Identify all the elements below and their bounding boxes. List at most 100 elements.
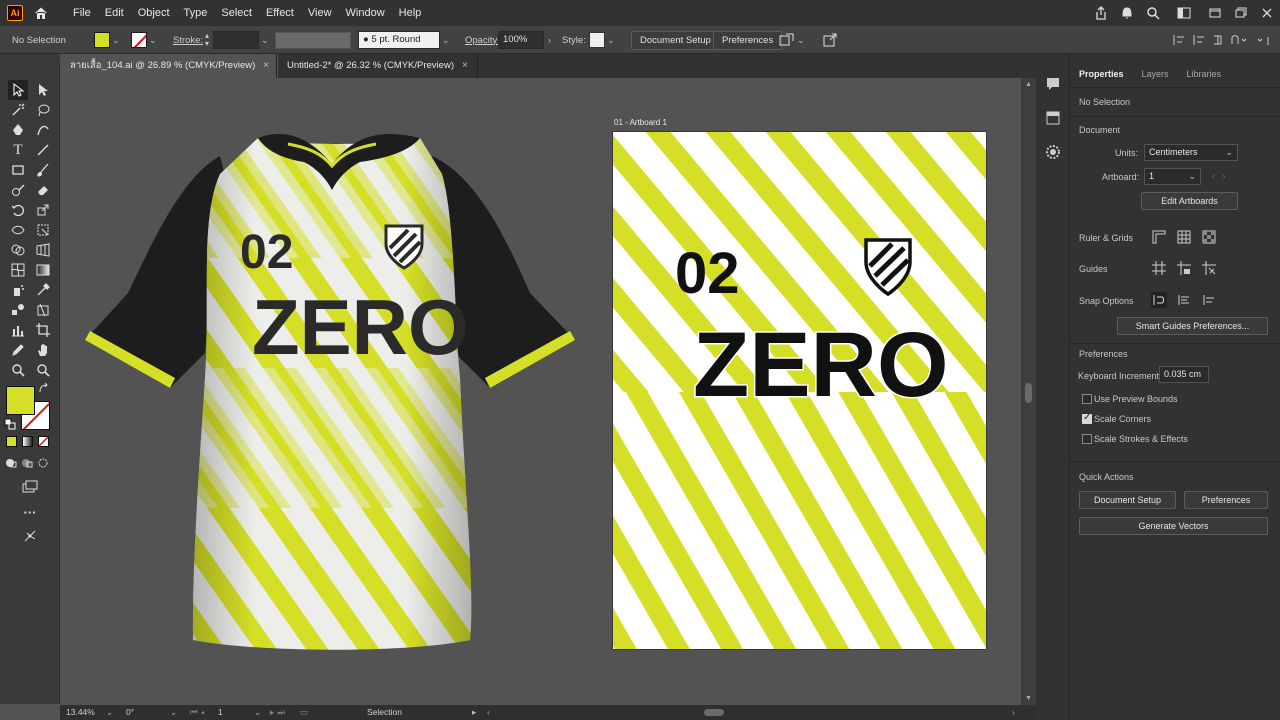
stroke-weight-field[interactable]	[213, 31, 260, 49]
qa-document-setup-button[interactable]: Document Setup	[1079, 491, 1176, 509]
direct-selection-tool-icon[interactable]	[33, 80, 53, 100]
menu-view[interactable]: View	[301, 0, 339, 26]
zoom-dropdown-icon[interactable]: ⌄	[106, 705, 113, 720]
opacity-field[interactable]: 100%	[498, 31, 544, 49]
toolbar-grip[interactable]	[0, 54, 60, 64]
tab-libraries[interactable]: Libraries	[1178, 64, 1231, 86]
curvature-tool-icon[interactable]	[33, 120, 53, 140]
units-select[interactable]: Centimeters ⌄	[1144, 144, 1238, 161]
lasso-tool-icon[interactable]	[33, 100, 53, 120]
draw-normal-icon[interactable]	[4, 456, 18, 470]
lock-guides-icon[interactable]	[1176, 260, 1192, 276]
qa-preferences-button[interactable]: Preferences	[1184, 491, 1268, 509]
free-transform-tool-icon[interactable]	[33, 220, 53, 240]
pencil-tool-icon[interactable]	[8, 340, 28, 360]
color-mode-icon[interactable]	[4, 434, 18, 448]
opacity-label[interactable]: Opacity:	[465, 26, 500, 54]
artboard-tool-icon[interactable]	[33, 320, 53, 340]
properties-panel-icon[interactable]	[1045, 110, 1061, 126]
pen-tool-icon[interactable]	[8, 120, 28, 140]
scale-tool-icon[interactable]	[33, 200, 53, 220]
comments-icon[interactable]	[1045, 76, 1061, 92]
snap-to-point-icon[interactable]	[1151, 292, 1167, 308]
status-menu-icon[interactable]: ▸	[472, 705, 476, 720]
scroll-up-icon[interactable]: ▲	[1025, 81, 1032, 88]
magic-wand-tool-icon[interactable]	[8, 100, 28, 120]
preferences-button[interactable]: Preferences	[713, 30, 783, 50]
stroke-weight-stepper[interactable]: ▴ ▾ ⌄	[205, 26, 269, 54]
artboard-prev-icons[interactable]: ⏮◂	[190, 705, 208, 720]
grid-icon[interactable]	[1176, 229, 1192, 245]
fill-control[interactable]: ⌄	[94, 26, 120, 54]
close-tab-icon[interactable]: ×	[263, 60, 269, 71]
menu-edit[interactable]: Edit	[98, 0, 131, 26]
tab-layers[interactable]: Layers	[1133, 64, 1178, 86]
mesh-tool-icon[interactable]	[8, 260, 28, 280]
document-setup-button[interactable]: Document Setup	[631, 30, 720, 50]
screen-mode-icon[interactable]	[20, 477, 40, 497]
illustrator-logo[interactable]: Ai	[7, 5, 23, 21]
arrange-documents-icon[interactable]: ⌄	[779, 26, 805, 54]
scale-strokes-checkbox[interactable]	[1082, 434, 1092, 444]
rotate-tool-icon[interactable]	[8, 200, 28, 220]
smart-guides-icon[interactable]	[1201, 260, 1217, 276]
swap-colors-icon[interactable]	[37, 382, 51, 396]
type-tool-icon[interactable]: T	[8, 140, 28, 160]
menu-type[interactable]: Type	[177, 0, 215, 26]
hscroll-left-icon[interactable]: ‹	[487, 705, 490, 720]
menu-effect[interactable]: Effect	[259, 0, 301, 26]
keyboard-increment-field[interactable]: 0.035 cm	[1159, 366, 1209, 383]
restore-icon[interactable]	[1228, 0, 1254, 26]
artboard[interactable]: 02 ZERO	[612, 131, 987, 650]
workspace-switcher-icon[interactable]	[1166, 0, 1202, 26]
none-mode-icon[interactable]	[36, 434, 50, 448]
color-guide-icon[interactable]	[1045, 144, 1061, 160]
more-tools-icon[interactable]: ···	[20, 502, 40, 522]
menu-window[interactable]: Window	[339, 0, 392, 26]
gradient-mode-icon[interactable]	[20, 434, 34, 448]
share-icon[interactable]	[1088, 0, 1114, 26]
smart-guides-preferences-button[interactable]: Smart Guides Preferences...	[1117, 317, 1268, 335]
perspective-grid-tool-icon[interactable]	[33, 240, 53, 260]
artboard-number-field[interactable]: 1	[218, 705, 223, 720]
variable-width-profile[interactable]	[275, 26, 351, 54]
snap-to-glyph-icon[interactable]	[1201, 292, 1217, 308]
graphic-style-swatch[interactable]	[589, 32, 605, 48]
canvas[interactable]: 02 ZERO 01 - Artboard 1 02 ZERO	[60, 78, 1021, 705]
stroke-label[interactable]: Stroke:	[173, 26, 203, 54]
line-segment-tool-icon[interactable]	[33, 140, 53, 160]
hscroll-thumb[interactable]	[704, 709, 724, 716]
eraser-tool-icon[interactable]	[33, 180, 53, 200]
selection-tool-icon[interactable]	[8, 80, 28, 100]
align-options-icon[interactable]	[1172, 26, 1272, 54]
blend-tool-icon[interactable]	[8, 300, 28, 320]
close-tab-icon[interactable]: ×	[462, 60, 468, 71]
rotation-value[interactable]: 0°	[126, 705, 134, 720]
scroll-thumb[interactable]	[1025, 383, 1032, 403]
hand-tool-icon[interactable]	[33, 340, 53, 360]
draw-inside-icon[interactable]	[36, 456, 50, 470]
symbol-sprayer-tool-icon[interactable]	[8, 280, 28, 300]
zoom-tool-icon[interactable]	[8, 360, 28, 380]
column-graph-tool-icon[interactable]	[8, 320, 28, 340]
artboard-next-icons[interactable]: ▸⏭	[270, 705, 288, 720]
hscroll-right-icon[interactable]: ›	[1012, 705, 1015, 720]
stroke-swatch[interactable]	[131, 32, 147, 48]
generate-vectors-button[interactable]: Generate Vectors	[1079, 517, 1268, 535]
rotation-dropdown-icon[interactable]: ⌄	[170, 705, 177, 720]
snap-to-pixel-icon[interactable]	[1176, 292, 1192, 308]
home-icon[interactable]	[33, 5, 49, 21]
menu-file[interactable]: File	[66, 0, 98, 26]
artboard-dropdown-icon[interactable]: ⌄	[254, 705, 261, 720]
use-preview-bounds-checkbox[interactable]	[1082, 394, 1092, 404]
artboard-select[interactable]: 1 ⌄	[1144, 168, 1201, 185]
style-control[interactable]: ⌄	[589, 26, 615, 54]
puppet-warp-icon[interactable]	[20, 526, 40, 546]
slice-tool-icon[interactable]	[33, 300, 53, 320]
eyedropper-tool-icon[interactable]	[33, 280, 53, 300]
show-guides-icon[interactable]	[1151, 260, 1167, 276]
stroke-color-control[interactable]: ⌄	[131, 26, 157, 54]
close-icon[interactable]	[1254, 0, 1280, 26]
menu-select[interactable]: Select	[214, 0, 259, 26]
export-icon[interactable]	[823, 26, 837, 54]
